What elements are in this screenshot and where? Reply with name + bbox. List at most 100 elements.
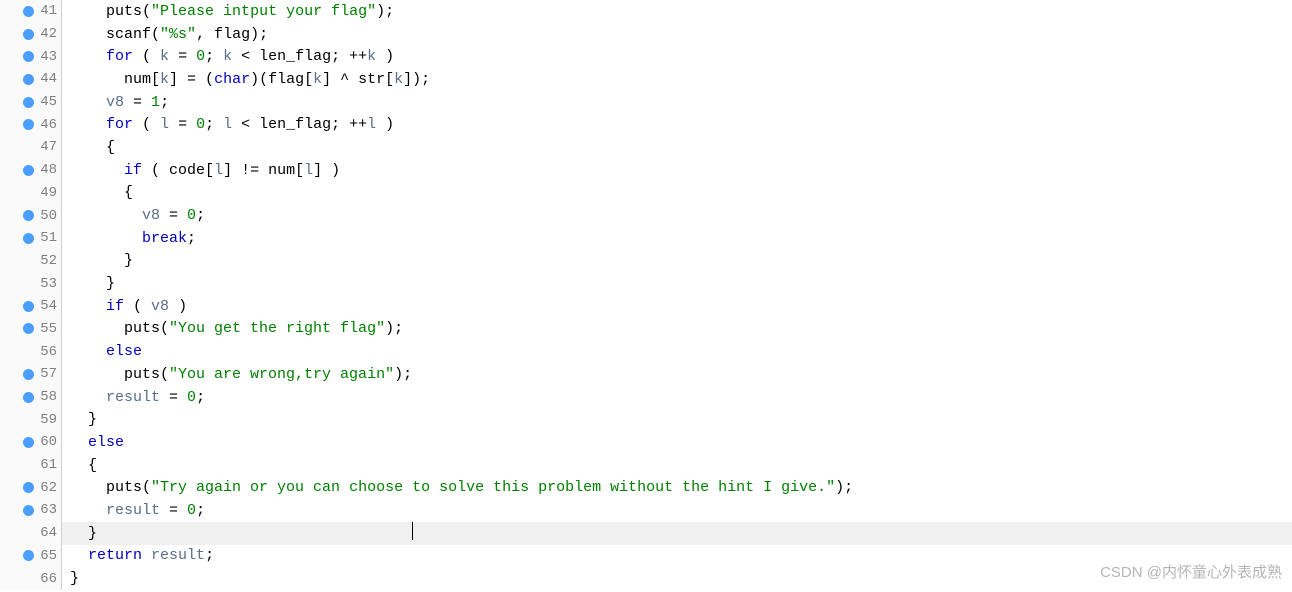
gutter[interactable]: 55 — [0, 318, 62, 341]
gutter[interactable]: 50 — [0, 204, 62, 227]
code-line[interactable]: 61 { — [0, 454, 1292, 477]
code-line[interactable]: 47 { — [0, 136, 1292, 159]
code-line[interactable]: 56 else — [0, 340, 1292, 363]
breakpoint-icon[interactable] — [23, 165, 34, 176]
code-text[interactable]: { — [62, 139, 115, 156]
code-editor[interactable]: 41 puts("Please intput your flag");42 sc… — [0, 0, 1292, 590]
code-text[interactable]: for ( k = 0; k < len_flag; ++k ) — [62, 48, 394, 65]
code-text[interactable]: else — [62, 434, 124, 451]
code-line[interactable]: 59 } — [0, 408, 1292, 431]
code-line[interactable]: 46 for ( l = 0; l < len_flag; ++l ) — [0, 113, 1292, 136]
code-line[interactable]: 57 puts("You are wrong,try again"); — [0, 363, 1292, 386]
code-line[interactable]: 50 v8 = 0; — [0, 204, 1292, 227]
gutter[interactable]: 65 — [0, 545, 62, 568]
code-line[interactable]: 53 } — [0, 272, 1292, 295]
code-text[interactable]: } — [62, 275, 115, 292]
gutter[interactable]: 60 — [0, 431, 62, 454]
breakpoint-icon[interactable] — [23, 482, 34, 493]
code-text[interactable]: { — [62, 184, 133, 201]
code-line[interactable]: 42 scanf("%s", flag); — [0, 23, 1292, 46]
gutter[interactable]: 66 — [0, 567, 62, 590]
code-text[interactable]: return result; — [62, 547, 214, 564]
code-text[interactable]: else — [62, 343, 142, 360]
gutter[interactable]: 58 — [0, 386, 62, 409]
code-line[interactable]: 63 result = 0; — [0, 499, 1292, 522]
breakpoint-slot[interactable] — [23, 460, 34, 471]
gutter[interactable]: 43 — [0, 45, 62, 68]
gutter[interactable]: 45 — [0, 91, 62, 114]
breakpoint-icon[interactable] — [23, 233, 34, 244]
code-line[interactable]: 60 else — [0, 431, 1292, 454]
breakpoint-slot[interactable] — [23, 414, 34, 425]
code-text[interactable]: break; — [62, 230, 196, 247]
gutter[interactable]: 46 — [0, 113, 62, 136]
code-text[interactable]: } — [62, 411, 97, 428]
code-line[interactable]: 52 } — [0, 250, 1292, 273]
code-text[interactable]: num[k] = (char)(flag[k] ^ str[k]); — [62, 71, 430, 88]
code-line[interactable]: 65 return result; — [0, 545, 1292, 568]
gutter[interactable]: 63 — [0, 499, 62, 522]
breakpoint-slot[interactable] — [23, 346, 34, 357]
code-text[interactable]: for ( l = 0; l < len_flag; ++l ) — [62, 116, 394, 133]
gutter[interactable]: 56 — [0, 340, 62, 363]
code-text[interactable]: } — [62, 252, 133, 269]
code-text[interactable]: puts("You are wrong,try again"); — [62, 366, 412, 383]
breakpoint-icon[interactable] — [23, 29, 34, 40]
breakpoint-slot[interactable] — [23, 278, 34, 289]
gutter[interactable]: 62 — [0, 476, 62, 499]
code-text[interactable]: puts("Please intput your flag"); — [62, 3, 394, 20]
breakpoint-icon[interactable] — [23, 550, 34, 561]
gutter[interactable]: 47 — [0, 136, 62, 159]
gutter[interactable]: 42 — [0, 23, 62, 46]
code-line[interactable]: 66} — [0, 567, 1292, 590]
code-text[interactable]: { — [62, 457, 97, 474]
breakpoint-icon[interactable] — [23, 119, 34, 130]
gutter[interactable]: 59 — [0, 408, 62, 431]
code-line[interactable]: 51 break; — [0, 227, 1292, 250]
breakpoint-slot[interactable] — [23, 187, 34, 198]
gutter[interactable]: 64 — [0, 522, 62, 545]
breakpoint-icon[interactable] — [23, 210, 34, 221]
code-line[interactable]: 45 v8 = 1; — [0, 91, 1292, 114]
breakpoint-slot[interactable] — [23, 528, 34, 539]
code-text[interactable]: v8 = 0; — [62, 207, 205, 224]
code-text[interactable]: puts("Try again or you can choose to sol… — [62, 479, 853, 496]
code-text[interactable]: result = 0; — [62, 502, 205, 519]
gutter[interactable]: 54 — [0, 295, 62, 318]
code-line[interactable]: 41 puts("Please intput your flag"); — [0, 0, 1292, 23]
gutter[interactable]: 61 — [0, 454, 62, 477]
gutter[interactable]: 48 — [0, 159, 62, 182]
breakpoint-slot[interactable] — [23, 142, 34, 153]
breakpoint-slot[interactable] — [23, 255, 34, 266]
code-line[interactable]: 58 result = 0; — [0, 386, 1292, 409]
gutter[interactable]: 52 — [0, 250, 62, 273]
code-line[interactable]: 44 num[k] = (char)(flag[k] ^ str[k]); — [0, 68, 1292, 91]
breakpoint-icon[interactable] — [23, 6, 34, 17]
breakpoint-icon[interactable] — [23, 97, 34, 108]
code-text[interactable]: } — [62, 524, 413, 542]
code-text[interactable]: result = 0; — [62, 389, 205, 406]
breakpoint-icon[interactable] — [23, 437, 34, 448]
code-line[interactable]: 48 if ( code[l] != num[l] ) — [0, 159, 1292, 182]
breakpoint-icon[interactable] — [23, 392, 34, 403]
gutter[interactable]: 53 — [0, 272, 62, 295]
code-text[interactable]: } — [62, 570, 79, 587]
code-line[interactable]: 49 { — [0, 182, 1292, 205]
code-text[interactable]: if ( code[l] != num[l] ) — [62, 162, 340, 179]
code-line[interactable]: 55 puts("You get the right flag"); — [0, 318, 1292, 341]
code-line[interactable]: 43 for ( k = 0; k < len_flag; ++k ) — [0, 45, 1292, 68]
gutter[interactable]: 41 — [0, 0, 62, 23]
gutter[interactable]: 57 — [0, 363, 62, 386]
code-line[interactable]: 64 } — [0, 522, 1292, 545]
code-line[interactable]: 62 puts("Try again or you can choose to … — [0, 476, 1292, 499]
gutter[interactable]: 49 — [0, 182, 62, 205]
gutter[interactable]: 51 — [0, 227, 62, 250]
breakpoint-icon[interactable] — [23, 369, 34, 380]
breakpoint-slot[interactable] — [23, 573, 34, 584]
code-line[interactable]: 54 if ( v8 ) — [0, 295, 1292, 318]
breakpoint-icon[interactable] — [23, 323, 34, 334]
code-text[interactable]: if ( v8 ) — [62, 298, 187, 315]
code-text[interactable]: scanf("%s", flag); — [62, 26, 268, 43]
breakpoint-icon[interactable] — [23, 74, 34, 85]
code-text[interactable]: puts("You get the right flag"); — [62, 320, 403, 337]
